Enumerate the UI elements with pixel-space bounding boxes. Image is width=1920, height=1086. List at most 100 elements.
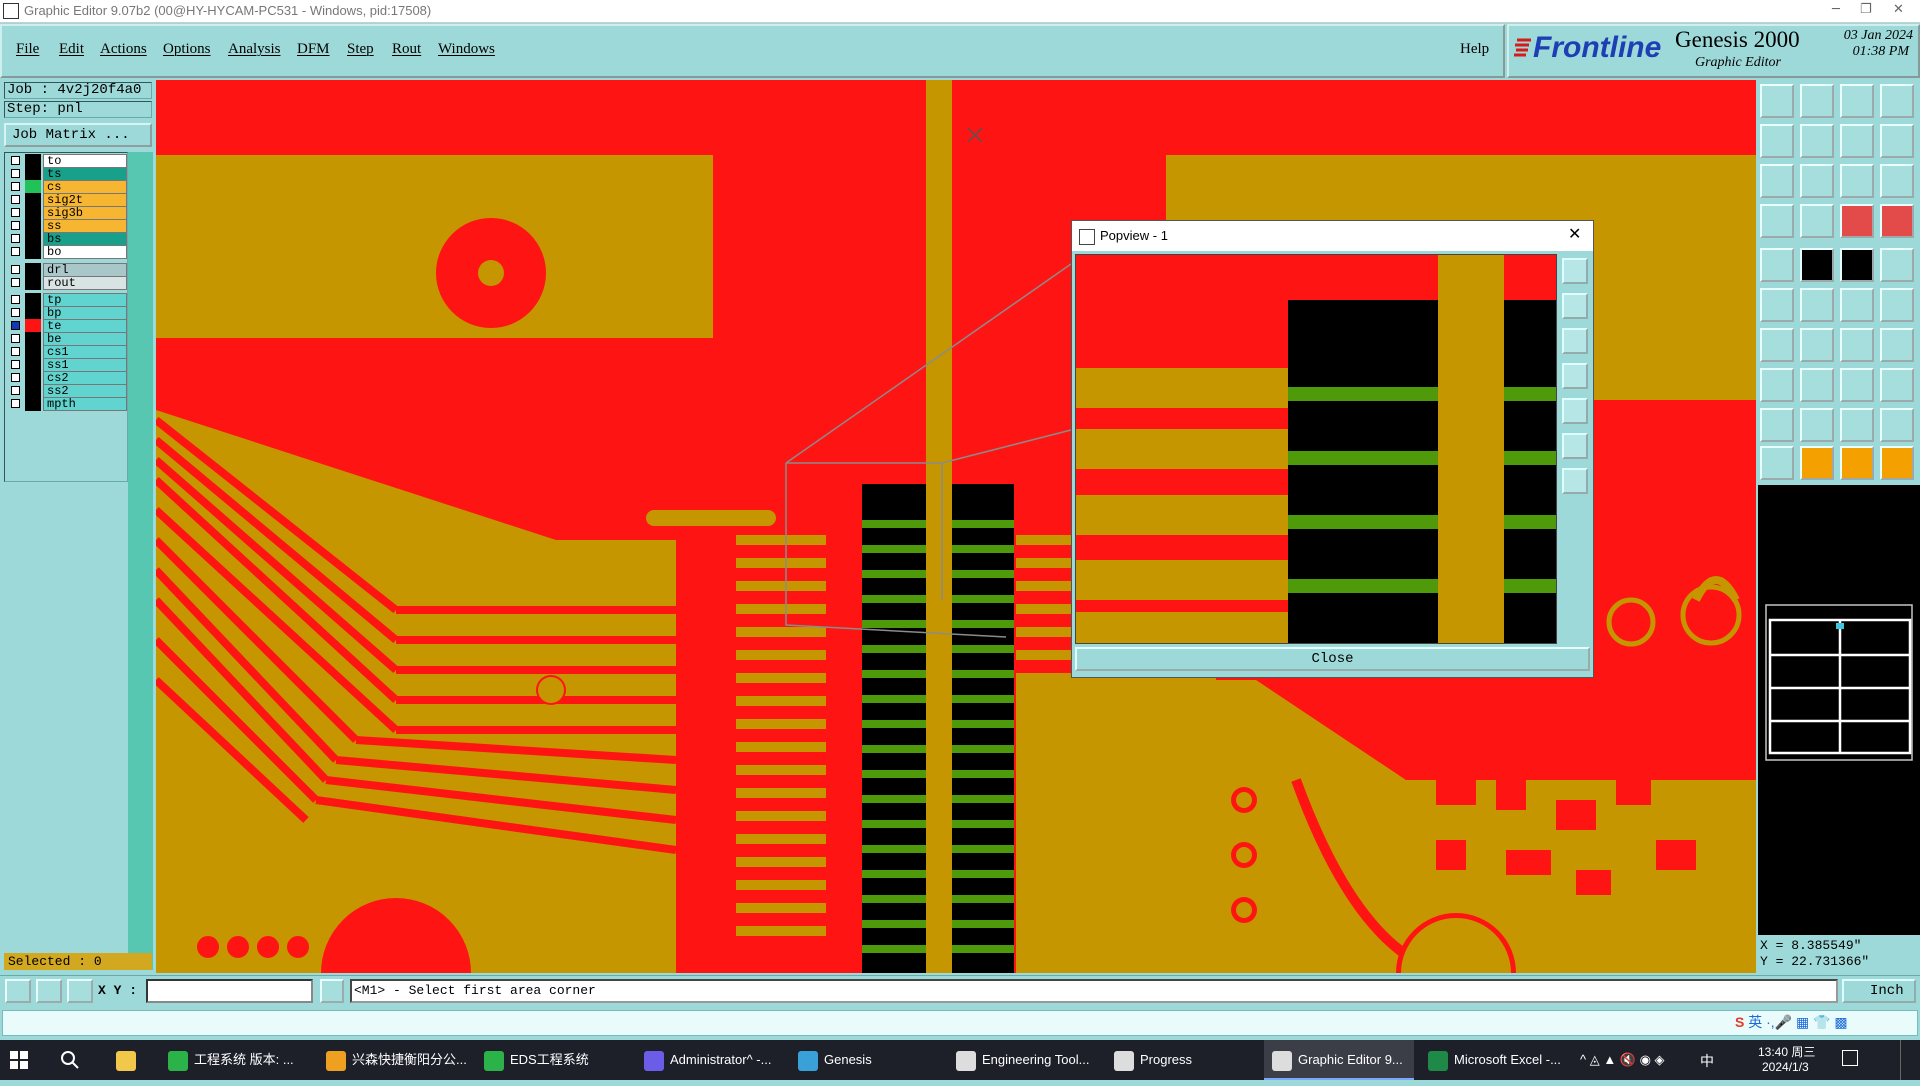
zoom-out-icon[interactable] <box>1800 164 1834 198</box>
file-explorer-icon[interactable] <box>116 1040 146 1080</box>
layer-name[interactable]: ss1 <box>43 358 127 372</box>
popview-down-icon[interactable] <box>1562 328 1588 354</box>
measure-dist-icon[interactable] <box>1880 204 1914 238</box>
array-icon[interactable] <box>1880 368 1914 402</box>
popview-fit-icon[interactable] <box>1562 258 1588 284</box>
triangle-c-icon[interactable] <box>1880 408 1914 442</box>
close-window-icon[interactable]: ✕ <box>1893 2 1904 17</box>
layer-checkbox[interactable] <box>11 182 20 191</box>
connect-icon[interactable] <box>1760 288 1794 322</box>
triangle-icon[interactable] <box>1760 408 1794 442</box>
taskbar-item[interactable]: Progress <box>1106 1040 1256 1080</box>
layer-color-swatch[interactable] <box>25 293 41 307</box>
menu-edit[interactable]: Edit <box>59 41 84 58</box>
layer-checkbox[interactable] <box>11 156 20 165</box>
copy-icon[interactable] <box>1880 288 1914 322</box>
snap-icon[interactable] <box>1880 124 1914 158</box>
grid-icon[interactable] <box>1800 204 1834 238</box>
save-icon[interactable] <box>1800 84 1834 118</box>
clock-date[interactable]: 2024/1/3 <box>1762 1060 1809 1074</box>
center-mode-icon[interactable] <box>67 979 93 1003</box>
layer-row-rout[interactable]: rout <box>7 276 127 290</box>
popview-zoom-image[interactable] <box>1075 254 1557 644</box>
zoom-icon[interactable] <box>1840 124 1874 158</box>
popview-zoom-in-icon[interactable] <box>1562 433 1588 459</box>
pan-right-icon[interactable] <box>1800 124 1834 158</box>
layer-row-mpth[interactable]: mpth <box>7 397 127 411</box>
layer-name[interactable]: bo <box>43 245 127 259</box>
layer-name[interactable]: cs1 <box>43 345 127 359</box>
layer-name[interactable]: sig2t <box>43 193 127 207</box>
menu-step[interactable]: Step <box>347 41 374 58</box>
layer-name[interactable]: mpth <box>43 397 127 411</box>
layer-name[interactable]: rout <box>43 276 127 290</box>
resize-icon[interactable] <box>1840 368 1874 402</box>
menu-dfm[interactable]: DFM <box>297 41 330 58</box>
add-pad-icon[interactable] <box>1760 368 1794 402</box>
open-step-icon[interactable] <box>1760 84 1794 118</box>
help-icon[interactable] <box>1880 164 1914 198</box>
layer-checkbox[interactable] <box>11 195 20 204</box>
layer-checkbox[interactable] <box>11 278 20 287</box>
layer-row-ss[interactable]: ss <box>7 219 127 233</box>
layer-row-bo[interactable]: bo <box>7 245 127 259</box>
select-arrow-alt-icon[interactable] <box>1800 446 1834 480</box>
layer-checkbox[interactable] <box>11 347 20 356</box>
layer-color-swatch[interactable] <box>25 193 41 207</box>
layer-checkbox[interactable] <box>11 265 20 274</box>
window-icon[interactable] <box>1880 84 1914 118</box>
taskbar-item[interactable]: Graphic Editor 9... <box>1264 1040 1414 1080</box>
layer-color-swatch[interactable] <box>25 345 41 359</box>
job-matrix-button[interactable]: Job Matrix ... <box>4 123 152 147</box>
layer-name[interactable]: ss <box>43 219 127 233</box>
select-arrow-3-icon[interactable] <box>1840 446 1874 480</box>
search-icon[interactable] <box>60 1040 90 1080</box>
layer-name[interactable]: to <box>43 154 127 168</box>
popview-close-button[interactable]: Close <box>1075 647 1590 671</box>
layer-color-swatch[interactable] <box>25 167 41 181</box>
menu-windows[interactable]: Windows <box>438 41 495 58</box>
popview-zoom-out-icon[interactable] <box>1562 468 1588 494</box>
grid-mode-icon[interactable] <box>36 979 62 1003</box>
layer-color-swatch[interactable] <box>25 232 41 246</box>
layer-color-swatch[interactable] <box>25 180 41 194</box>
select-arrow-icon[interactable] <box>1760 446 1794 480</box>
layer-name[interactable]: cs <box>43 180 127 194</box>
layer-color-swatch[interactable] <box>25 384 41 398</box>
layer-name[interactable]: cs2 <box>43 371 127 385</box>
layer-row-te[interactable]: te <box>7 319 127 333</box>
layer-checkbox[interactable] <box>11 208 20 217</box>
layer-row-sig2t[interactable]: sig2t <box>7 193 127 207</box>
ime-toolbar[interactable]: S 英 ·,🎤 ▦ 👕 ▩ <box>1735 1012 1848 1032</box>
menu-analysis[interactable]: Analysis <box>228 41 281 58</box>
layer-checkbox[interactable] <box>11 399 20 408</box>
taskbar-item[interactable]: Administrator^ -... <box>636 1040 786 1080</box>
layer-row-bp[interactable]: bp <box>7 306 127 320</box>
show-desktop-button[interactable] <box>1900 1040 1907 1080</box>
system-tray[interactable]: ^ ◬ ▲ 🔇 ◉ ◈ <box>1580 1040 1665 1080</box>
circle-icon[interactable] <box>1880 248 1914 282</box>
overview-map[interactable] <box>1758 485 1920 935</box>
layer-name[interactable]: bp <box>43 306 127 320</box>
layer-checkbox[interactable] <box>11 360 20 369</box>
layer-color-swatch[interactable] <box>25 371 41 385</box>
menu-options[interactable]: Options <box>163 41 211 58</box>
menu-file[interactable]: File <box>16 41 39 58</box>
layer-color-swatch[interactable] <box>25 206 41 220</box>
layer-checkbox[interactable] <box>11 308 20 317</box>
layer-row-ts[interactable]: ts <box>7 167 127 181</box>
move-icon[interactable] <box>1840 288 1874 322</box>
taskbar-item[interactable]: Genesis <box>790 1040 940 1080</box>
layer-row-sig3b[interactable]: sig3b <box>7 206 127 220</box>
pan-left-icon[interactable] <box>1760 124 1794 158</box>
triangle-a-icon[interactable] <box>1800 408 1834 442</box>
layer-name[interactable]: ss2 <box>43 384 127 398</box>
layer-color-swatch[interactable] <box>25 263 41 277</box>
zoom-in-icon[interactable] <box>1760 164 1794 198</box>
layer-row-cs[interactable]: cs <box>7 180 127 194</box>
layer-row-cs2[interactable]: cs2 <box>7 371 127 385</box>
layer-row-bs[interactable]: bs <box>7 232 127 246</box>
popview-close-icon[interactable]: ✕ <box>1568 224 1581 243</box>
horizontal-line-icon[interactable] <box>1800 368 1834 402</box>
taskbar-item[interactable]: Microsoft Excel -... <box>1420 1040 1570 1080</box>
